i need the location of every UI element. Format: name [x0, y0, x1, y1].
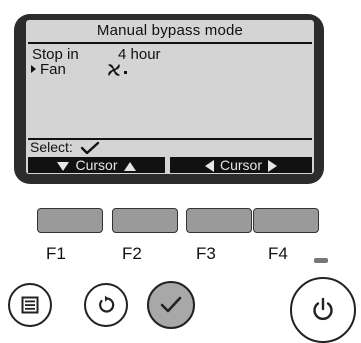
- right-triangle-icon: [268, 160, 277, 173]
- screen-title: Manual bypass mode: [96, 22, 244, 39]
- up-triangle-icon: [123, 161, 136, 171]
- softkey-right-label: Cursor: [219, 157, 262, 173]
- softkey-cursor-horizontal: Cursor: [170, 157, 312, 173]
- power-icon: [313, 297, 333, 321]
- softkey-cursor-vertical: Cursor: [28, 157, 165, 173]
- return-icon: [99, 295, 115, 313]
- menu-button[interactable]: [8, 283, 52, 327]
- select-label: Select:: [30, 139, 73, 155]
- f3-label: F3: [196, 244, 216, 263]
- fan-speed-icon: [108, 64, 127, 76]
- operation-indicator-led: [314, 258, 328, 263]
- power-button[interactable]: [290, 277, 356, 343]
- confirm-button[interactable]: [147, 281, 195, 329]
- f1-label: F1: [46, 244, 66, 263]
- return-button[interactable]: [84, 283, 128, 327]
- f4-button[interactable]: [253, 208, 319, 233]
- remote-controller: Manual bypass mode Stop in 4 hour Fan Se…: [0, 0, 361, 343]
- lcd-screen: Manual bypass mode Stop in 4 hour Fan Se…: [26, 20, 314, 174]
- f3-button[interactable]: [186, 208, 252, 233]
- menu-icon: [21, 296, 39, 314]
- check-icon: [160, 296, 182, 313]
- down-triangle-icon: [57, 161, 70, 171]
- stop-in-value: 4 hour: [118, 46, 161, 63]
- lcd-frame: Manual bypass mode Stop in 4 hour Fan Se…: [14, 14, 324, 184]
- f2-button[interactable]: [112, 208, 178, 233]
- f2-label: F2: [122, 244, 142, 263]
- f4-label: F4: [268, 244, 288, 263]
- check-icon: [80, 141, 100, 155]
- title-divider: [28, 42, 312, 44]
- left-triangle-icon: [204, 160, 214, 173]
- cursor-arrow-icon: [31, 65, 36, 73]
- softkey-left-label: Cursor: [75, 157, 118, 173]
- f1-button[interactable]: [37, 208, 103, 233]
